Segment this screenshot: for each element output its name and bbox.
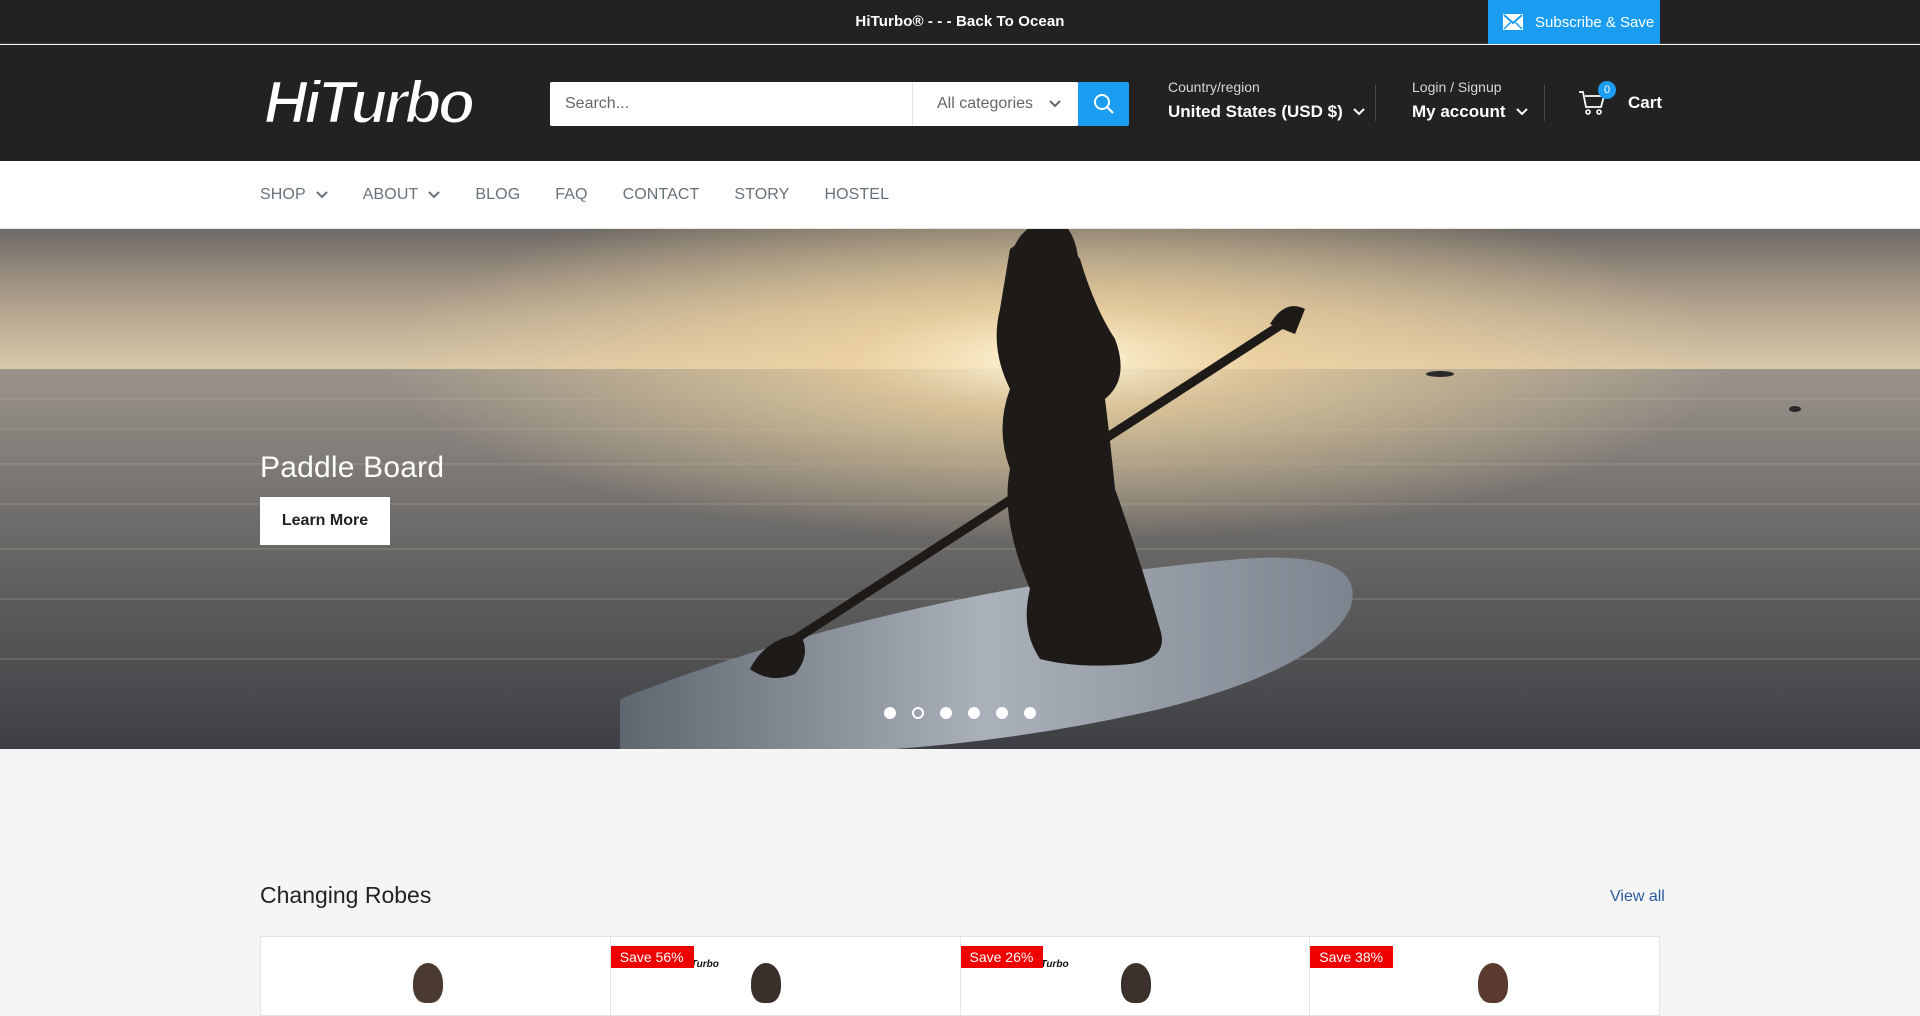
product-image[interactable] [1120,963,1151,1003]
nav-item-story[interactable]: STORY [734,186,789,204]
discount-badge: Save 38% [1310,946,1394,968]
main-nav: SHOP ABOUT BLOG FAQ CONTACT STORY HOSTEL [0,161,1920,229]
product-card[interactable]: HiTurbo Save 56% [610,937,961,1015]
hero-slideshow: Paddle Board Learn More [0,229,1920,749]
slide-dot[interactable] [996,707,1008,719]
slideshow-dots [884,707,1052,719]
product-image[interactable] [413,963,443,1003]
divider [1375,85,1376,121]
nav-item-label: HOSTEL [824,186,890,203]
subscribe-button[interactable]: Subscribe & Save [1488,0,1660,44]
collection-title: Changing Robes [260,882,432,908]
chevron-down-icon [1049,100,1061,108]
nav-item-label: STORY [734,186,790,203]
cart-button[interactable]: 0 Cart [1578,81,1663,117]
site-header: HiTurbo All categories Country/region Un… [0,45,1920,161]
nav-item-about[interactable]: ABOUT [363,186,441,204]
nav-item-label: SHOP [260,186,306,203]
chevron-down-icon [428,191,441,199]
nav-item-blog[interactable]: BLOG [475,186,520,204]
product-image[interactable] [1478,963,1509,1003]
mail-icon [1503,14,1523,30]
search-bar: All categories [550,82,1078,126]
slide-dot[interactable] [968,707,980,719]
product-grid: HiTurbo Save 56% HiTurbo Save 26% Save 38% [260,936,1660,1016]
hero-image [0,229,1920,749]
product-card[interactable]: Save 38% [1310,937,1659,1015]
discount-badge: Save 56% [610,946,694,968]
nav-item-hostel[interactable]: HOSTEL [824,186,889,204]
product-card[interactable] [261,937,611,1015]
chevron-down-icon [1515,108,1528,116]
category-select-label: All categories [937,95,1034,112]
my-account-label: My account [1412,102,1506,121]
hero-title: Paddle Board [260,451,445,484]
slide-dot[interactable] [912,707,924,719]
learn-more-button[interactable]: Learn More [260,497,390,545]
region-value[interactable]: United States (USD $) [1168,102,1365,122]
search-icon [1093,94,1114,114]
svg-text:HiTurbo: HiTurbo [264,69,473,133]
region-selector[interactable]: Country/region United States (USD $) [1168,79,1365,122]
my-account-dropdown[interactable]: My account [1412,102,1528,122]
category-select[interactable]: All categories [912,82,1078,126]
nav-item-shop[interactable]: SHOP [260,186,328,204]
cart-label: Cart [1628,93,1663,112]
nav-item-label: BLOG [475,186,521,203]
announcement-bar: HiTurbo® - - - Back To Ocean Subscribe &… [0,0,1920,44]
search-input[interactable] [550,82,912,126]
slide-dot[interactable] [940,707,952,719]
view-all-link[interactable]: View all [1610,888,1665,906]
search-button[interactable] [1078,82,1129,126]
account-menu[interactable]: Login / Signup My account [1412,79,1528,122]
login-signup-link[interactable]: Login / Signup [1412,79,1528,95]
hiturbo-logo[interactable]: HiTurbo [260,69,505,133]
divider [1544,85,1545,121]
slide-dot[interactable] [1024,707,1036,719]
slide-dot[interactable] [884,707,896,719]
cart-icon: 0 [1578,81,1616,117]
nav-item-label: ABOUT [362,186,419,203]
region-value-text: United States (USD $) [1168,102,1343,121]
discount-badge: Save 26% [960,946,1044,968]
nav-item-contact[interactable]: CONTACT [623,186,700,204]
cart-count-badge: 0 [1598,81,1616,99]
nav-item-label: FAQ [555,186,588,203]
nav-item-label: CONTACT [622,186,700,203]
chevron-down-icon [316,191,328,199]
product-card[interactable]: HiTurbo Save 26% [960,937,1311,1015]
chevron-down-icon [1353,108,1365,116]
region-label: Country/region [1168,79,1260,95]
nav-item-faq[interactable]: FAQ [555,186,587,204]
subscribe-label: Subscribe & Save [1535,13,1655,31]
product-image[interactable] [750,963,781,1003]
